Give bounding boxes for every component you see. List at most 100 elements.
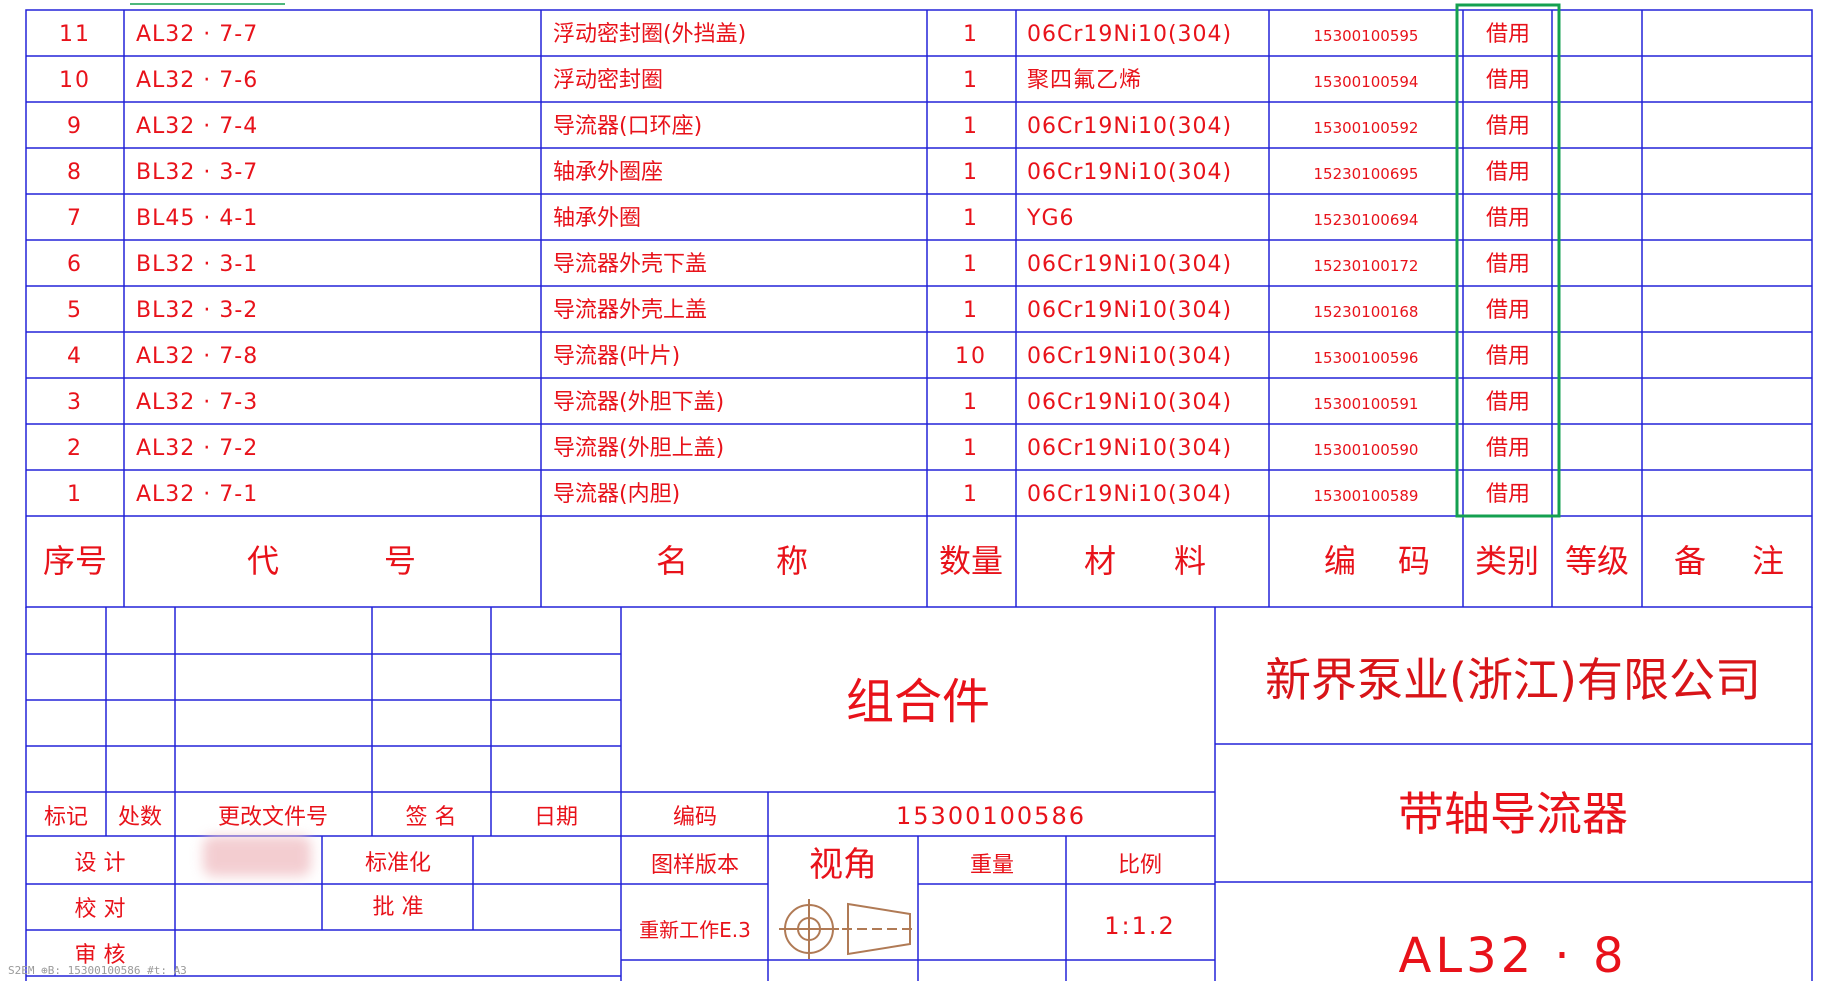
cell-code: BL32 · 3-7 <box>136 160 258 185</box>
header-grade: 等级 <box>1565 542 1629 580</box>
projection-angle-symbol <box>779 899 916 959</box>
cell-code: AL32 · 7-3 <box>136 390 258 415</box>
cell-qty: 1 <box>963 68 979 93</box>
cell-name: 轴承外圈 <box>553 206 641 231</box>
cell-category: 借用 <box>1486 206 1530 231</box>
cell-name: 导流器外壳上盖 <box>553 298 707 323</box>
header-material-b: 料 <box>1174 542 1206 580</box>
company-name: 新界泵业(浙江)有限公司 <box>1265 653 1761 707</box>
cell-part-code: 15230100168 <box>1314 303 1419 321</box>
label-weight: 重量 <box>970 853 1014 878</box>
cell-material: 06Cr19Ni10(304) <box>1027 344 1232 369</box>
cell-code: BL32 · 3-1 <box>136 252 258 277</box>
cell-no: 4 <box>67 344 83 369</box>
cell-material: 06Cr19Ni10(304) <box>1027 252 1232 277</box>
label-code: 编码 <box>673 805 717 830</box>
status-bar: S2EM ⊕B: 15300100586 #t: A3 <box>8 964 187 977</box>
cell-part-code: 15300100594 <box>1314 73 1419 91</box>
label-scale: 比例 <box>1118 853 1162 878</box>
redacted-signature <box>203 836 311 876</box>
label-view: 视角 <box>809 845 877 885</box>
cell-no: 2 <box>67 436 83 461</box>
cell-material: 06Cr19Ni10(304) <box>1027 22 1232 47</box>
cell-name: 浮动密封圈(外挡盖) <box>553 22 746 47</box>
cell-no: 1 <box>67 482 83 507</box>
cell-no: 8 <box>67 160 83 185</box>
table-row: 2 AL32 · 7-2 导流器(外胆上盖) 1 06Cr19Ni10(304) 1530… <box>67 436 1530 461</box>
cell-category: 借用 <box>1486 22 1530 47</box>
cell-part-code: 15300100592 <box>1314 119 1419 137</box>
table-row: 6 BL32 · 3-1 导流器外壳下盖 1 06Cr19Ni10(304) 152301… <box>67 252 1530 277</box>
header-part-code-b: 码 <box>1398 542 1430 580</box>
cell-category: 借用 <box>1486 436 1530 461</box>
cell-part-code: 15300100595 <box>1314 27 1419 45</box>
cell-category: 借用 <box>1486 68 1530 93</box>
table-row: 9 AL32 · 7-4 导流器(口环座) 1 06Cr19Ni10(304) 15300… <box>67 114 1530 139</box>
cell-material: 06Cr19Ni10(304) <box>1027 160 1232 185</box>
cell-code: BL45 · 4-1 <box>136 206 258 231</box>
label-count: 处数 <box>118 805 162 830</box>
cell-no: 7 <box>67 206 83 231</box>
cell-name: 浮动密封圈 <box>553 68 663 93</box>
table-row: 11 AL32 · 7-7 浮动密封圈(外挡盖) 1 06Cr19Ni10(304) 15… <box>59 22 1530 47</box>
table-row: 10 AL32 · 7-6 浮动密封圈 1 聚四氟乙烯 15300100594 借用 <box>59 68 1530 93</box>
cell-material: 聚四氟乙烯 <box>1027 68 1142 93</box>
cell-part-code: 15300100590 <box>1314 441 1419 459</box>
label-sign: 签 名 <box>406 805 457 830</box>
scale-value: 1:1.2 <box>1104 912 1176 940</box>
cell-part-code: 15300100591 <box>1314 395 1419 413</box>
drawing-name: 带轴导流器 <box>1398 787 1628 841</box>
table-row: 3 AL32 · 7-3 导流器(外胆下盖) 1 06Cr19Ni10(304) 1530… <box>67 390 1530 415</box>
header-no: 序号 <box>43 542 107 580</box>
cell-qty: 1 <box>963 252 979 277</box>
table-row: 5 BL32 · 3-2 导流器外壳上盖 1 06Cr19Ni10(304) 152301… <box>67 298 1530 323</box>
cell-code: AL32 · 7-6 <box>136 68 258 93</box>
parts-list-rows: 11 AL32 · 7-7 浮动密封圈(外挡盖) 1 06Cr19Ni10(304) 15… <box>59 22 1530 507</box>
label-template-version: 图样版本 <box>651 853 739 878</box>
header-remarks-a: 备 <box>1674 542 1706 580</box>
cell-category: 借用 <box>1486 390 1530 415</box>
drawing-sheet: 11 AL32 · 7-7 浮动密封圈(外挡盖) 1 06Cr19Ni10(304) 15… <box>25 3 1813 981</box>
cell-category: 借用 <box>1486 298 1530 323</box>
header-qty: 数量 <box>939 542 1003 580</box>
cell-code: AL32 · 7-8 <box>136 344 258 369</box>
header-part-code-a: 编 <box>1324 542 1356 580</box>
cell-code: BL32 · 3-2 <box>136 298 258 323</box>
template-version-value: 重新工作E.3 <box>639 918 751 942</box>
cell-no: 5 <box>67 298 83 323</box>
cell-no: 11 <box>59 22 91 47</box>
table-row: 1 AL32 · 7-1 导流器(内胆) 1 06Cr19Ni10(304) 153001… <box>67 482 1530 507</box>
cell-qty: 1 <box>963 22 979 47</box>
cell-name: 轴承外圈座 <box>553 160 663 185</box>
cell-qty: 1 <box>963 298 979 323</box>
cell-part-code: 15300100596 <box>1314 349 1419 367</box>
cell-qty: 1 <box>963 390 979 415</box>
cell-name: 导流器(外胆下盖) <box>553 390 724 415</box>
cell-qty: 1 <box>963 482 979 507</box>
cell-name: 导流器(口环座) <box>553 114 702 139</box>
cell-name: 导流器(叶片) <box>553 344 680 369</box>
cell-category: 借用 <box>1486 482 1530 507</box>
cell-material: 06Cr19Ni10(304) <box>1027 390 1232 415</box>
cell-qty: 1 <box>963 436 979 461</box>
table-row: 8 BL32 · 3-7 轴承外圈座 1 06Cr19Ni10(304) 15230100… <box>67 160 1530 185</box>
cell-category: 借用 <box>1486 114 1530 139</box>
label-change-doc: 更改文件号 <box>218 805 328 830</box>
cell-part-code: 15300100589 <box>1314 487 1419 505</box>
header-remarks-b: 注 <box>1752 542 1784 580</box>
label-design: 设 计 <box>75 851 126 876</box>
cell-part-code: 15230100694 <box>1314 211 1419 229</box>
cell-code: AL32 · 7-7 <box>136 22 258 47</box>
drawing-number: AL32 · 8 <box>1399 928 1628 981</box>
cell-material: 06Cr19Ni10(304) <box>1027 114 1232 139</box>
cell-no: 3 <box>67 390 83 415</box>
header-name-a: 名 <box>656 542 688 580</box>
cell-material: 06Cr19Ni10(304) <box>1027 298 1232 323</box>
cell-no: 9 <box>67 114 83 139</box>
cell-category: 借用 <box>1486 252 1530 277</box>
label-mark: 标记 <box>44 805 88 830</box>
cell-qty: 10 <box>955 344 987 369</box>
cell-name: 导流器(外胆上盖) <box>553 436 724 461</box>
cell-material: 06Cr19Ni10(304) <box>1027 482 1232 507</box>
cell-part-code: 15230100172 <box>1314 257 1419 275</box>
